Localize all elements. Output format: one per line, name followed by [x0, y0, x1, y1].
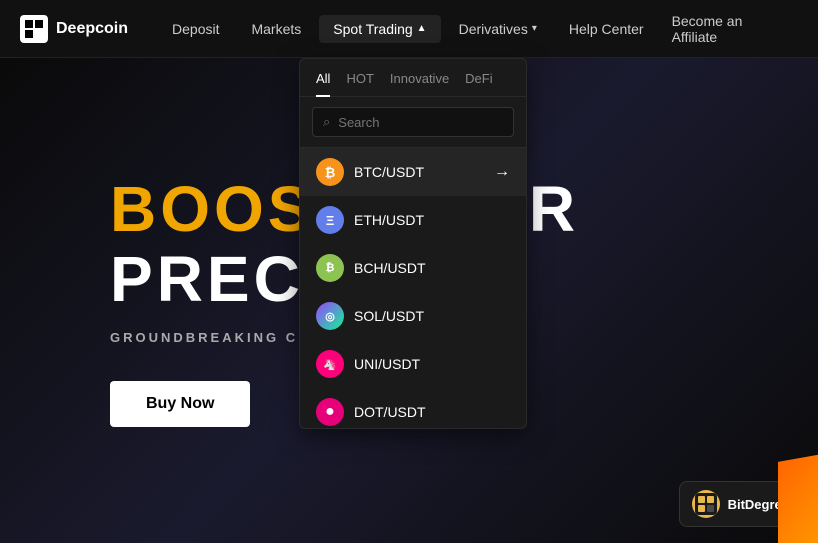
coin-icon-btc: ₿ — [316, 158, 344, 186]
list-item[interactable]: 🦄 UNI/USDT — [300, 340, 526, 388]
spot-trading-caret: ▲ — [417, 23, 427, 34]
tab-hot[interactable]: HOT — [346, 71, 373, 96]
nav-item-spot-trading[interactable]: Spot Trading ▲ — [319, 15, 440, 43]
list-item[interactable]: ● DOT/USDT — [300, 388, 526, 428]
orange-widget — [778, 453, 818, 543]
coin-icon-eth: Ξ — [316, 206, 344, 234]
brand-name: Deepcoin — [56, 20, 128, 38]
nav-item-markets[interactable]: Markets — [237, 15, 315, 43]
dropdown-tabs: All HOT Innovative DeFi — [300, 59, 526, 97]
logo-icon — [20, 15, 48, 43]
pair-list: ₿ BTC/USDT → Ξ ETH/USDT ₿ BCH/USDT ◎ SOL… — [300, 148, 526, 428]
nav-item-help-center[interactable]: Help Center — [555, 15, 658, 43]
coin-icon-dot: ● — [316, 398, 344, 426]
bitdegree-icon — [692, 490, 720, 518]
nav-item-deposit[interactable]: Deposit — [158, 15, 233, 43]
pair-symbol-eth: ETH/USDT — [354, 212, 510, 228]
nav-item-affiliate[interactable]: Become an Affiliate — [658, 7, 798, 51]
coin-icon-sol: ◎ — [316, 302, 344, 330]
tab-innovative[interactable]: Innovative — [390, 71, 449, 96]
search-area: ⌕ — [300, 97, 526, 148]
navbar: Deepcoin Deposit Markets Spot Trading ▲ … — [0, 0, 818, 58]
list-item[interactable]: ₿ BTC/USDT → — [300, 148, 526, 196]
nav-item-derivatives[interactable]: Derivatives ▾ — [445, 15, 551, 43]
buy-now-button[interactable]: Buy Now — [110, 381, 250, 427]
tab-defi[interactable]: DeFi — [465, 71, 492, 96]
logo[interactable]: Deepcoin — [20, 15, 128, 43]
search-icon: ⌕ — [323, 114, 330, 130]
list-item[interactable]: ₿ BCH/USDT — [300, 244, 526, 292]
coin-icon-bch: ₿ — [316, 254, 344, 282]
search-input[interactable] — [338, 115, 503, 130]
tab-all[interactable]: All — [316, 71, 330, 96]
spot-trading-dropdown: All HOT Innovative DeFi ⌕ ₿ BTC/USDT → Ξ… — [299, 58, 527, 429]
pair-symbol-uni: UNI/USDT — [354, 356, 510, 372]
coin-icon-uni: 🦄 — [316, 350, 344, 378]
list-item[interactable]: Ξ ETH/USDT — [300, 196, 526, 244]
pair-symbol-sol: SOL/USDT — [354, 308, 510, 324]
nav-items: Deposit Markets Spot Trading ▲ Derivativ… — [158, 15, 658, 43]
search-box: ⌕ — [312, 107, 514, 137]
pair-symbol-dot: DOT/USDT — [354, 404, 510, 420]
derivatives-caret: ▾ — [532, 23, 537, 34]
list-item[interactable]: ◎ SOL/USDT — [300, 292, 526, 340]
arrow-icon: → — [494, 163, 510, 181]
pair-symbol-bch: BCH/USDT — [354, 260, 510, 276]
pair-symbol-btc: BTC/USDT — [354, 164, 484, 180]
